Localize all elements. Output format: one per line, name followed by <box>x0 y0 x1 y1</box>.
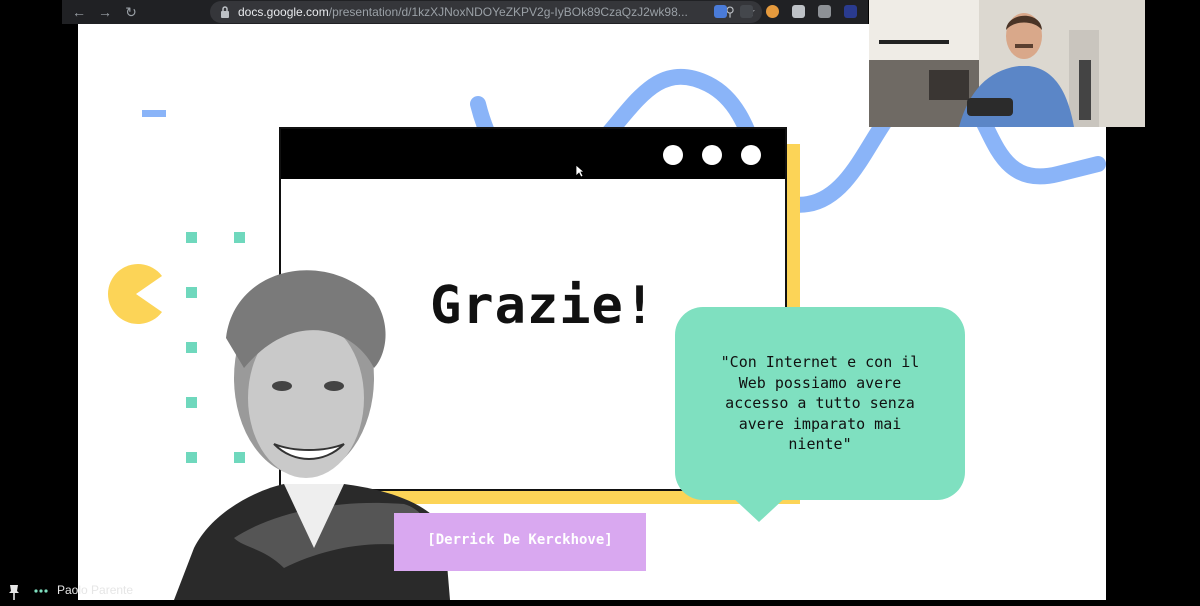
reload-icon[interactable]: ↻ <box>122 3 140 21</box>
quote-line: accesso a tutto senza <box>725 394 915 412</box>
extension-icon[interactable] <box>844 5 857 18</box>
quote-bubble-tail <box>731 496 787 522</box>
webcam-video-tile[interactable] <box>869 0 1145 127</box>
forward-icon[interactable]: → <box>96 3 114 21</box>
quote-line: Web possiamo avere <box>738 373 902 392</box>
url-path: /presentation/d/1kzXJNoxNDOYeZKPV2g-IyBO… <box>328 5 688 19</box>
more-dots-icon[interactable] <box>34 588 48 594</box>
pacman-decoration <box>108 264 162 324</box>
address-bar[interactable]: docs.google.com/presentation/d/1kzXJNoxN… <box>210 1 762 23</box>
mouse-cursor-icon <box>575 164 585 178</box>
presenter-name: Paolo Parente <box>57 583 134 597</box>
quote-line: niente" <box>788 435 852 453</box>
url-text: docs.google.com/presentation/d/1kzXJNoxN… <box>238 5 688 19</box>
extension-icon[interactable] <box>766 5 779 18</box>
window-title-bar <box>281 129 785 179</box>
author-name: [Derrick De Kerckhove] <box>427 532 613 548</box>
webcam-feed-image <box>869 0 1145 127</box>
back-icon[interactable]: ← <box>70 3 88 21</box>
lock-icon <box>221 6 229 18</box>
slide-title: Grazie! <box>430 276 657 336</box>
extension-icon[interactable] <box>792 5 805 18</box>
extension-icon[interactable] <box>818 5 831 18</box>
pin-icon[interactable] <box>8 583 20 601</box>
extension-icon[interactable] <box>740 5 753 18</box>
blue-dash-decoration <box>142 110 166 117</box>
window-dot-icon <box>663 145 683 165</box>
meeting-bottom-bar: Paolo Parente <box>0 579 1200 606</box>
window-dot-icon <box>741 145 761 165</box>
translate-extension-icon[interactable] <box>714 5 727 18</box>
author-label-box: [Derrick De Kerckhove] <box>394 513 646 571</box>
quote-line: "Con Internet e con il <box>720 353 920 371</box>
browser-toolbar: ← → ↻ docs.google.com/presentation/d/1kz… <box>62 0 868 24</box>
quote-line: avere imparato mai <box>738 414 902 433</box>
window-dot-icon <box>702 145 722 165</box>
url-domain: docs.google.com <box>238 5 329 19</box>
quote-text: "Con Internet e con il Web possiamo aver… <box>695 352 945 455</box>
